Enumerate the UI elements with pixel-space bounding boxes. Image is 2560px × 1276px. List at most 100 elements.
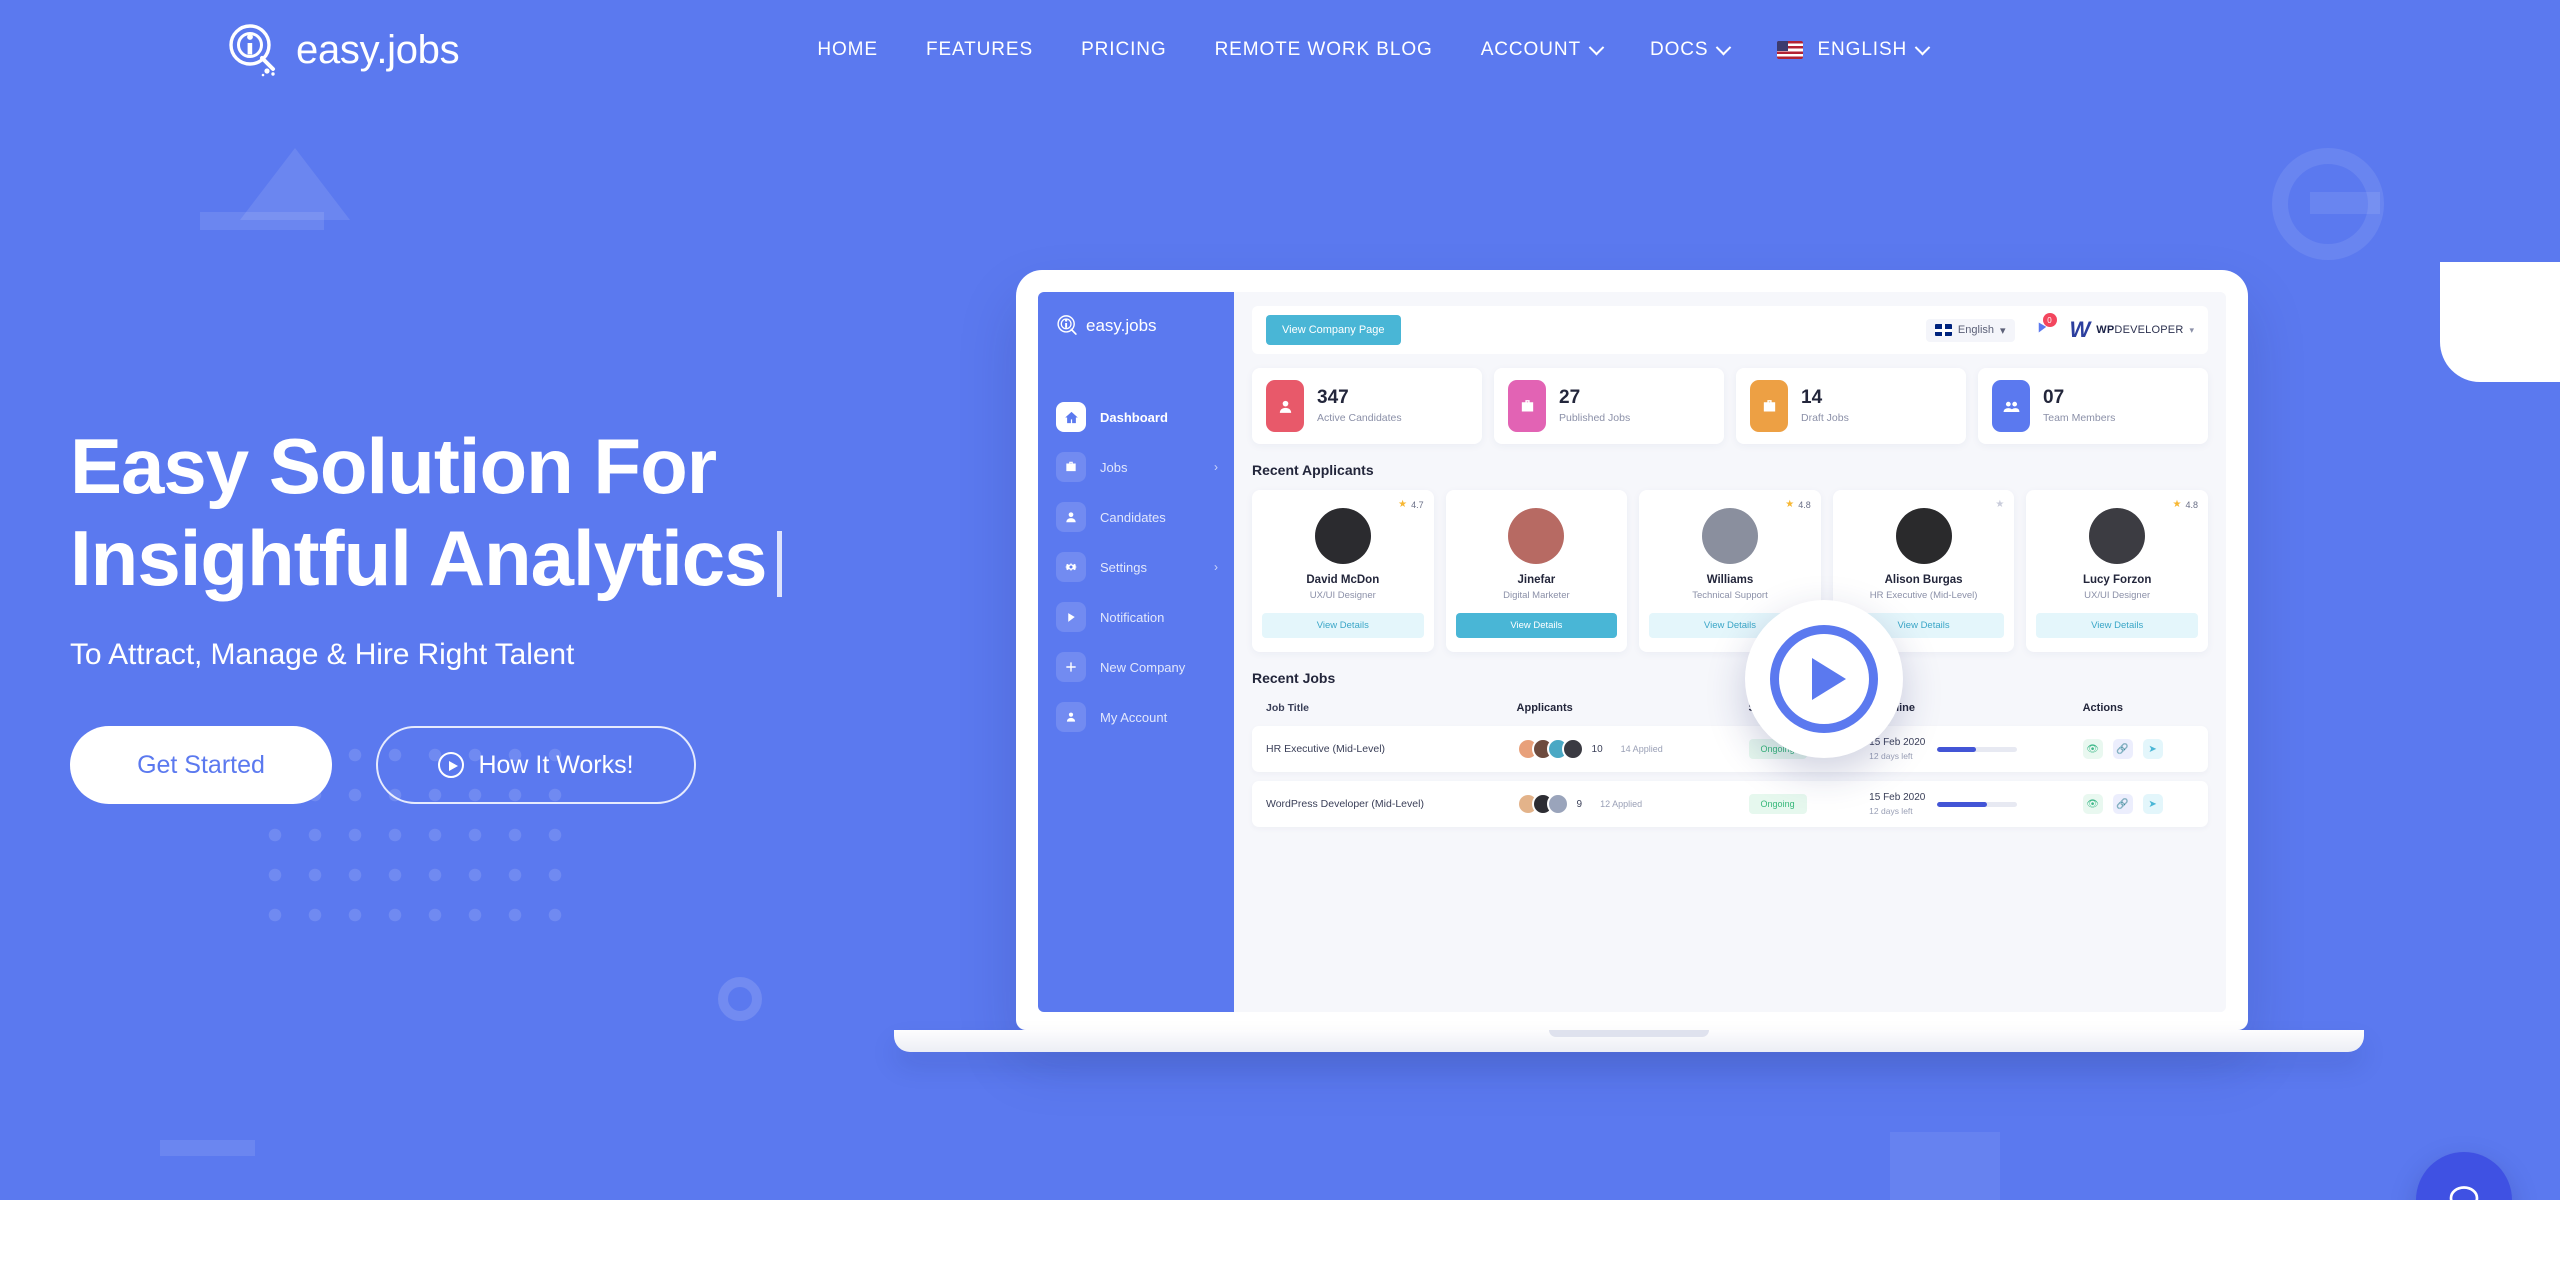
- applicant-role: HR Executive (Mid-Level): [1869, 590, 1978, 601]
- hero-copy: Easy Solution For Insightful Analytics T…: [70, 420, 1030, 805]
- view-details-button[interactable]: View Details: [1262, 613, 1424, 638]
- eye-icon[interactable]: 👁: [2082, 739, 2103, 759]
- deadline-date: 15 Feb 2020: [1869, 737, 1926, 748]
- stat-card-draft-jobs[interactable]: 14 Draft Jobs: [1736, 368, 1966, 444]
- column-header-deadline: Deadline: [1869, 702, 2082, 714]
- job-applicants: 9 12 Applied: [1516, 793, 1749, 815]
- nav-item-remote-work-blog[interactable]: REMOTE WORK BLOG: [1191, 29, 1457, 71]
- dashboard-language-selector[interactable]: English ▾: [1925, 318, 2015, 342]
- applicant-name: Jinefar: [1517, 574, 1556, 586]
- view-company-page-button[interactable]: View Company Page: [1266, 315, 1401, 345]
- us-flag-icon: [1777, 41, 1804, 59]
- column-header-applicants: Applicants: [1516, 702, 1573, 714]
- applicant-role: Digital Marketer: [1503, 590, 1570, 601]
- chat-bubble-icon: [2449, 1186, 2479, 1200]
- typing-cursor: [776, 531, 782, 598]
- nav-item-account[interactable]: ACCOUNT: [1457, 29, 1626, 71]
- job-actions: 👁 🔗 ➤: [2082, 739, 2194, 759]
- chevron-down-icon: [1716, 39, 1732, 55]
- job-deadline: 15 Feb 2020 12 days left: [1869, 737, 2082, 761]
- nav-item-home[interactable]: HOME: [793, 29, 902, 71]
- dashboard-brand-name: easy.jobs: [1086, 316, 1157, 335]
- avatar: [1895, 508, 1952, 564]
- sidebar-item-candidates[interactable]: Candidates: [1038, 492, 1234, 542]
- applicant-count: 9: [1576, 798, 1583, 810]
- sidebar-item-label: Settings: [1100, 559, 1147, 575]
- stat-value: 07: [2043, 386, 2065, 408]
- applicant-card[interactable]: Jinefar Digital Marketer View Details: [1445, 490, 1628, 652]
- sidebar-item-new-company[interactable]: New Company: [1038, 642, 1234, 692]
- language-selector[interactable]: ENGLISH: [1753, 29, 1952, 71]
- applicants-row: ★ 4.7 David McDon UX/UI Designer View De…: [1252, 490, 2208, 652]
- how-it-works-button[interactable]: How It Works!: [376, 726, 696, 805]
- deadline-text: 15 Feb 2020 12 days left: [1869, 737, 1925, 761]
- applied-count: 14 Applied: [1620, 744, 1663, 754]
- avatar: [1508, 508, 1565, 564]
- nav-item-label: REMOTE WORK BLOG: [1214, 39, 1433, 60]
- stat-card-published-jobs[interactable]: 27 Published Jobs: [1494, 368, 1724, 444]
- stat-card-active-candidates[interactable]: 347 Active Candidates: [1252, 368, 1482, 444]
- stats-row: 347 Active Candidates 27 Published Jobs: [1252, 368, 2208, 444]
- avatar: [1314, 508, 1371, 564]
- stat-card-team-members[interactable]: 07 Team Members: [1978, 368, 2208, 444]
- view-details-button[interactable]: View Details: [2036, 613, 2198, 638]
- video-play-button[interactable]: [1745, 600, 1903, 758]
- headline-text: Easy Solution For Insightful Analytics: [70, 422, 768, 603]
- laptop-mockup: easy.jobs Dashboard Jobs › Candidates Se…: [894, 270, 2364, 1052]
- nav-item-features[interactable]: FEATURES: [902, 29, 1057, 71]
- square-decoration-bottom: [1890, 1132, 2000, 1200]
- sidebar-item-notification[interactable]: Notification: [1038, 592, 1234, 642]
- magnifier-i-logo-icon: [226, 22, 278, 78]
- sidebar-item-jobs[interactable]: Jobs ›: [1038, 442, 1234, 492]
- candidate-icon: [1266, 380, 1304, 432]
- nav-item-pricing[interactable]: PRICING: [1057, 29, 1190, 71]
- nav-item-docs[interactable]: DOCS: [1626, 29, 1754, 71]
- job-deadline: 15 Feb 2020 12 days left: [1869, 792, 2082, 816]
- avatar: [1546, 793, 1569, 815]
- nav-item-label: HOME: [817, 39, 878, 60]
- brand-logo[interactable]: easy.jobs: [226, 22, 460, 78]
- dashboard-brand[interactable]: easy.jobs: [1038, 314, 1234, 338]
- topbar-right: English ▾ 0 W WPDEVELOPER ▾: [1925, 313, 2194, 343]
- uk-flag-icon: [1934, 324, 1952, 336]
- applicant-card[interactable]: ★ 4.8 Lucy Forzon UX/UI Designer View De…: [2026, 490, 2208, 652]
- sidebar-item-dashboard[interactable]: Dashboard: [1038, 392, 1234, 442]
- play-icon: [1770, 625, 1878, 733]
- job-title: WordPress Developer (Mid-Level): [1266, 798, 1424, 810]
- table-row[interactable]: HR Executive (Mid-Level) 10 14 Applied O…: [1252, 726, 2208, 772]
- progress-bar: [1937, 801, 2018, 807]
- stat-text: 347 Active Candidates: [1317, 387, 1402, 425]
- progress-bar: [1937, 746, 2018, 752]
- get-started-button[interactable]: Get Started: [70, 726, 332, 805]
- laptop-lid: easy.jobs Dashboard Jobs › Candidates Se…: [1016, 270, 2248, 1030]
- chat-widget-button[interactable]: [2416, 1152, 2512, 1200]
- dashboard-main: View Company Page English ▾ 0 W WPDEVELO…: [1234, 292, 2226, 1012]
- notification-button[interactable]: 0: [2035, 313, 2057, 340]
- share-icon[interactable]: ➤: [2142, 794, 2163, 814]
- sidebar-item-label: My Account: [1100, 709, 1168, 725]
- nav-item-label: FEATURES: [925, 39, 1034, 60]
- nav-item-label: PRICING: [1081, 39, 1167, 60]
- applicant-role: UX/UI Designer: [2084, 590, 2151, 601]
- view-details-button[interactable]: View Details: [1455, 613, 1618, 638]
- sidebar-item-settings[interactable]: Settings ›: [1038, 542, 1234, 592]
- rating-value: 4.8: [1798, 499, 1811, 510]
- table-row[interactable]: WordPress Developer (Mid-Level) 9 12 App…: [1252, 781, 2208, 827]
- language-label: ENGLISH: [1817, 39, 1908, 60]
- star-icon: ★: [1785, 499, 1795, 510]
- stat-label: Team Members: [2043, 412, 2116, 425]
- sidebar-item-my-account[interactable]: My Account: [1038, 692, 1234, 742]
- link-icon[interactable]: 🔗: [2112, 739, 2133, 759]
- link-icon[interactable]: 🔗: [2112, 794, 2133, 814]
- eye-icon[interactable]: 👁: [2082, 794, 2103, 814]
- brand-name: easy.jobs: [296, 27, 460, 72]
- recent-applicants-title: Recent Applicants: [1252, 462, 1374, 478]
- column-header-job-title: Job Title: [1266, 702, 1309, 714]
- get-started-label: Get Started: [137, 750, 265, 779]
- briefcase-icon: [1508, 380, 1546, 432]
- applicant-card[interactable]: ★ 4.7 David McDon UX/UI Designer View De…: [1252, 490, 1434, 652]
- org-switcher[interactable]: W WPDEVELOPER ▾: [2070, 317, 2194, 343]
- rating-value: 4.8: [2185, 499, 2198, 510]
- share-icon[interactable]: ➤: [2142, 739, 2163, 759]
- briefcase-icon: [1750, 380, 1788, 432]
